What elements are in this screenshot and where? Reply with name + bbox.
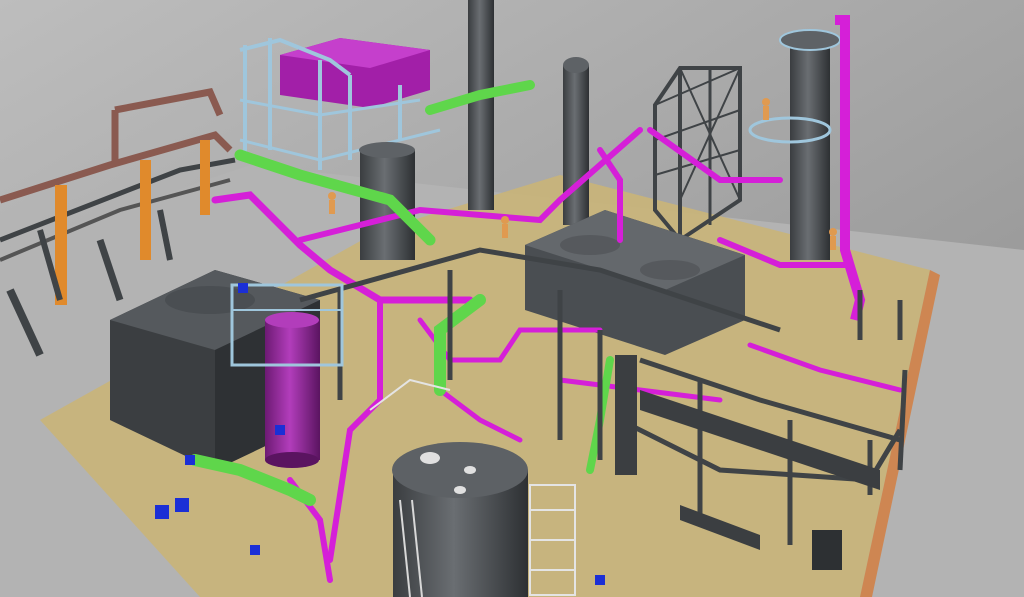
tank-icon[interactable] xyxy=(392,442,528,597)
column-icon[interactable] xyxy=(563,57,589,225)
plant-3d-model[interactable] xyxy=(0,0,1024,597)
structural-column xyxy=(615,355,637,475)
orange-support xyxy=(140,160,151,260)
model-viewport[interactable] xyxy=(0,0,1024,597)
orange-support xyxy=(200,140,210,215)
stack-icon[interactable] xyxy=(468,0,494,210)
